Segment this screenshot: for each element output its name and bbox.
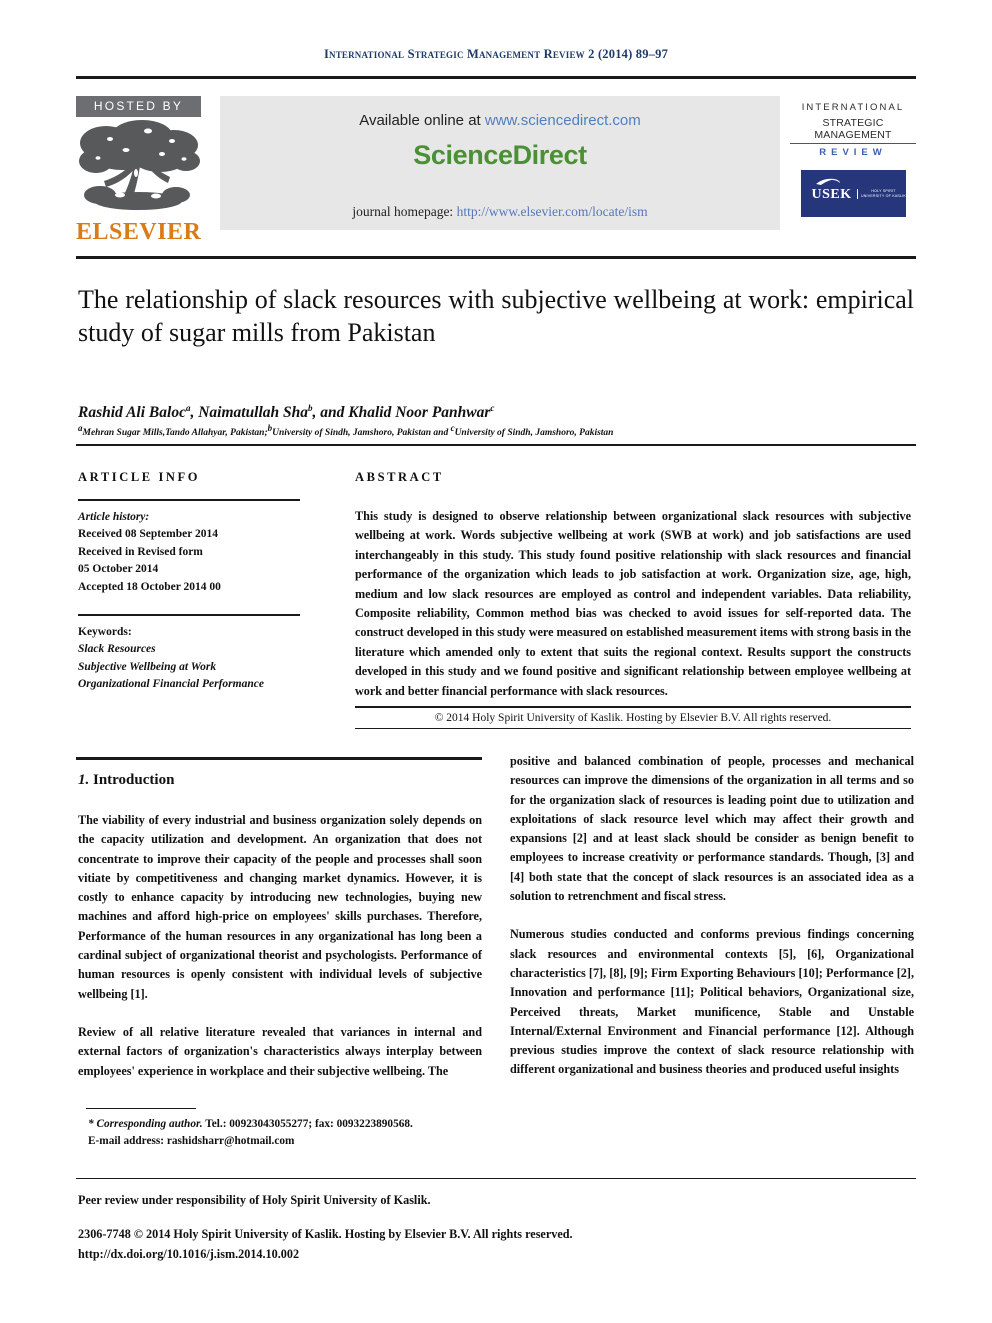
- corresponding-author-label: * Corresponding author.: [88, 1118, 203, 1130]
- article-history-item: Received in Revised form: [78, 545, 203, 558]
- journal-homepage-label: journal homepage:: [352, 204, 457, 219]
- abstract-column: ABSTRACT This study is designed to obser…: [355, 470, 912, 730]
- journal-homepage-line: journal homepage: http://www.elsevier.co…: [220, 204, 780, 220]
- email-address[interactable]: rashidsharr@hotmail.com: [167, 1135, 295, 1147]
- available-online-label: Available online at: [359, 112, 485, 129]
- body-column-right: positive and balanced combination of peo…: [510, 752, 914, 1099]
- body-column-left: 1. Introduction The viability of every i…: [78, 772, 482, 1100]
- footnote-rule: [86, 1108, 196, 1110]
- body-paragraph: Review of all relative literature reveal…: [78, 1024, 482, 1078]
- affiliations: aMehran Sugar Mills,Tando Allahyar, Paki…: [78, 423, 614, 439]
- body-paragraph: The viability of every industrial and bu…: [78, 813, 482, 1001]
- article-info-rule-1: [78, 499, 300, 501]
- abstract-copyright: © 2014 Holy Spirit University of Kaslik.…: [434, 711, 832, 724]
- article-info-column: ARTICLE INFO Article history: Received 0…: [78, 470, 300, 694]
- elsevier-wordmark: ELSEVIER: [76, 219, 202, 245]
- masthead: HOSTED BY ELSEVIER Available online at w…: [76, 96, 916, 246]
- journal-logo: INTERNATIONAL STRATEGIC MANAGEMENT REVIE…: [790, 102, 916, 217]
- title-divider-rule: [76, 444, 916, 446]
- article-history-item: 05 October 2014: [78, 563, 159, 576]
- article-history-item: Received 08 September 2014: [78, 528, 218, 541]
- journal-article-page: International Strategic Management Revie…: [0, 0, 992, 1323]
- abstract-heading: ABSTRACT: [355, 470, 444, 484]
- journal-logo-line-review: REVIEW: [819, 147, 887, 158]
- keyword-item: Slack Resources: [78, 643, 156, 656]
- body-paragraph: positive and balanced combination of peo…: [510, 754, 914, 904]
- page-footer: Peer review under responsibility of Holy…: [78, 1190, 918, 1264]
- keyword-item: Organizational Financial Performance: [78, 678, 264, 691]
- article-history-item: Accepted 18 October 2014 00: [78, 580, 221, 593]
- journal-logo-line-strategic-management: STRATEGIC MANAGEMENT: [790, 117, 916, 144]
- elsevier-logo-block: HOSTED BY ELSEVIER: [76, 96, 201, 244]
- usek-bird-icon: [815, 178, 840, 185]
- body-divider-rule: [76, 757, 482, 760]
- sciencedirect-wordmark: ScienceDirect: [413, 140, 587, 170]
- article-info-rule-2: [78, 614, 300, 616]
- section-number: 1.: [78, 772, 90, 788]
- abstract-rule-1: [355, 706, 911, 708]
- corresponding-author-footnote: * Corresponding author. Tel.: 0092304305…: [88, 1116, 508, 1150]
- journal-logo-line-international: INTERNATIONAL: [801, 102, 905, 113]
- article-info-heading: ARTICLE INFO: [78, 470, 201, 484]
- section-heading: 1. Introduction: [78, 772, 482, 789]
- sciencedirect-link[interactable]: www.sciencedirect.com: [485, 112, 641, 129]
- peer-review-note: Peer review under responsibility of Holy…: [78, 1193, 431, 1207]
- sciencedirect-banner: Available online at www.sciencedirect.co…: [220, 96, 780, 230]
- usek-subtitle: HOLY SPIRIT UNIVERSITY OF KASLIK: [856, 189, 907, 199]
- article-history-label: Article history:: [78, 510, 150, 523]
- usek-logo: USEK HOLY SPIRIT UNIVERSITY OF KASLIK: [800, 170, 907, 217]
- usek-wordmark: USEK: [811, 187, 852, 202]
- corresponding-author-contact: Tel.: 00923043055277; fax: 0093223890568…: [202, 1118, 413, 1130]
- footer-rule: [76, 1178, 916, 1180]
- abstract-text: This study is designed to observe relati…: [355, 509, 912, 698]
- keywords-label: Keywords:: [78, 625, 132, 638]
- masthead-divider-rule: [76, 256, 916, 259]
- issn-copyright-line: 2306-7748 © 2014 Holy Spirit University …: [78, 1227, 573, 1241]
- abstract-rule-2: [355, 727, 911, 730]
- keyword-item: Subjective Wellbeing at Work: [78, 660, 217, 673]
- running-head: International Strategic Management Revie…: [323, 47, 669, 61]
- header-divider-rule: [76, 76, 916, 79]
- email-label: E-mail address:: [88, 1135, 167, 1147]
- hosted-by-banner: HOSTED BY: [76, 96, 201, 117]
- page-title: The relationship of slack resources with…: [78, 285, 914, 347]
- elsevier-tree-icon: [76, 117, 201, 221]
- doi-link[interactable]: http://dx.doi.org/10.1016/j.ism.2014.10.…: [78, 1244, 918, 1264]
- section-title: Introduction: [93, 772, 175, 788]
- journal-homepage-link[interactable]: http://www.elsevier.com/locate/ism: [457, 204, 648, 219]
- available-online-line: Available online at www.sciencedirect.co…: [220, 112, 780, 129]
- author-list: Rashid Ali Baloca, Naimatullah Shab, and…: [78, 403, 495, 422]
- body-paragraph: Numerous studies conducted and conforms …: [510, 927, 914, 1077]
